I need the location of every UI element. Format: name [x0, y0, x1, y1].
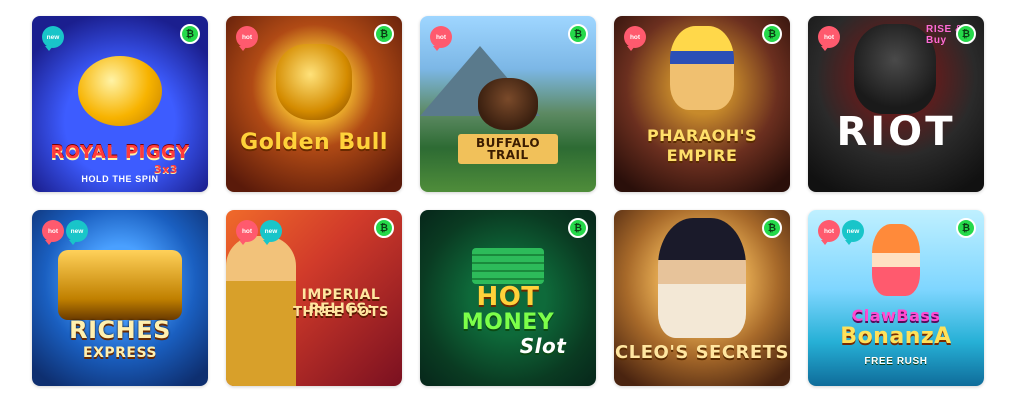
badge-hot: hot: [236, 26, 258, 51]
fisher-girl-icon: [872, 224, 920, 296]
game-title: BUFFALO TRAIL: [458, 134, 558, 164]
game-tile-buffalo-trail[interactable]: BUFFALO TRAIL hot ₿: [420, 16, 596, 192]
game-title-sub: THREE POTS: [293, 305, 389, 320]
game-tile-royal-piggy[interactable]: ROYAL PIGGY 3x3 HOLD THE SPIN new ₿: [32, 16, 208, 192]
game-tile-riches-express[interactable]: RICHES EXPRESS hot new: [32, 210, 208, 386]
game-tile-riot[interactable]: RISE & Buy RIOT hot ₿: [808, 16, 984, 192]
bitcoin-icon: ₿: [762, 24, 782, 44]
game-subtitle: HOLD THE SPIN: [81, 174, 159, 184]
badge-hot: hot: [624, 26, 646, 51]
pharaoh-icon: [670, 26, 734, 110]
game-title: CLEO'S SECRETS: [615, 342, 789, 363]
game-title-tag: Slot: [519, 334, 567, 358]
bitcoin-icon: ₿: [762, 218, 782, 238]
bitcoin-icon: ₿: [374, 24, 394, 44]
masked-figure-icon: [854, 24, 936, 114]
badge-new: new: [66, 220, 88, 245]
badge-hot: hot: [236, 220, 258, 245]
game-tile-cleos-secrets[interactable]: CLEO'S SECRETS ₿: [614, 210, 790, 386]
game-title-sub: BonanzA: [840, 324, 952, 349]
bitcoin-icon: ₿: [180, 24, 200, 44]
game-title: RICHES: [69, 316, 171, 344]
bull-icon: [276, 44, 352, 120]
buffalo-icon: [478, 78, 538, 130]
game-title: ROYAL PIGGY: [50, 142, 190, 163]
badge-hot: hot: [818, 220, 840, 245]
badge-new: new: [260, 220, 282, 245]
game-title-sub: EXPRESS: [83, 345, 157, 361]
game-tile-clawbass-bonanza[interactable]: ClawBass BonanzA FREE RUSH hot new ₿: [808, 210, 984, 386]
game-tile-golden-bull[interactable]: Golden Bull hot ₿: [226, 16, 402, 192]
game-title: RIOT: [836, 109, 956, 155]
game-subtitle: FREE RUSH: [864, 356, 928, 367]
bitcoin-icon: ₿: [956, 24, 976, 44]
bitcoin-icon: ₿: [568, 24, 588, 44]
game-title-sub: MONEY: [461, 310, 555, 335]
game-title: PHARAOH'S: [646, 126, 758, 145]
badge-hot: hot: [42, 220, 64, 245]
bitcoin-icon: ₿: [568, 218, 588, 238]
game-title: Golden Bull: [240, 130, 388, 155]
cash-stack-icon: [472, 248, 544, 284]
piggy-icon: [78, 56, 162, 126]
badge-new: new: [42, 26, 64, 51]
badge-new: new: [842, 220, 864, 245]
train-icon: [58, 250, 182, 320]
bitcoin-icon: ₿: [374, 218, 394, 238]
badge-hot: hot: [430, 26, 452, 51]
game-tile-imperial-relics[interactable]: IMPERIAL RELICS: THREE POTS hot new ₿: [226, 210, 402, 386]
game-title: ClawBass: [851, 306, 941, 325]
cleopatra-icon: [658, 218, 746, 338]
game-tile-hot-money[interactable]: HOT MONEY Slot ₿: [420, 210, 596, 386]
bitcoin-icon: ₿: [956, 218, 976, 238]
game-tile-pharaohs-empire[interactable]: PHARAOH'S EMPIRE hot ₿: [614, 16, 790, 192]
badge-hot: hot: [818, 26, 840, 51]
game-grid: ROYAL PIGGY 3x3 HOLD THE SPIN new ₿ Gold…: [0, 0, 1024, 396]
game-title: HOT: [476, 282, 540, 312]
game-title-sub: EMPIRE: [666, 146, 738, 165]
